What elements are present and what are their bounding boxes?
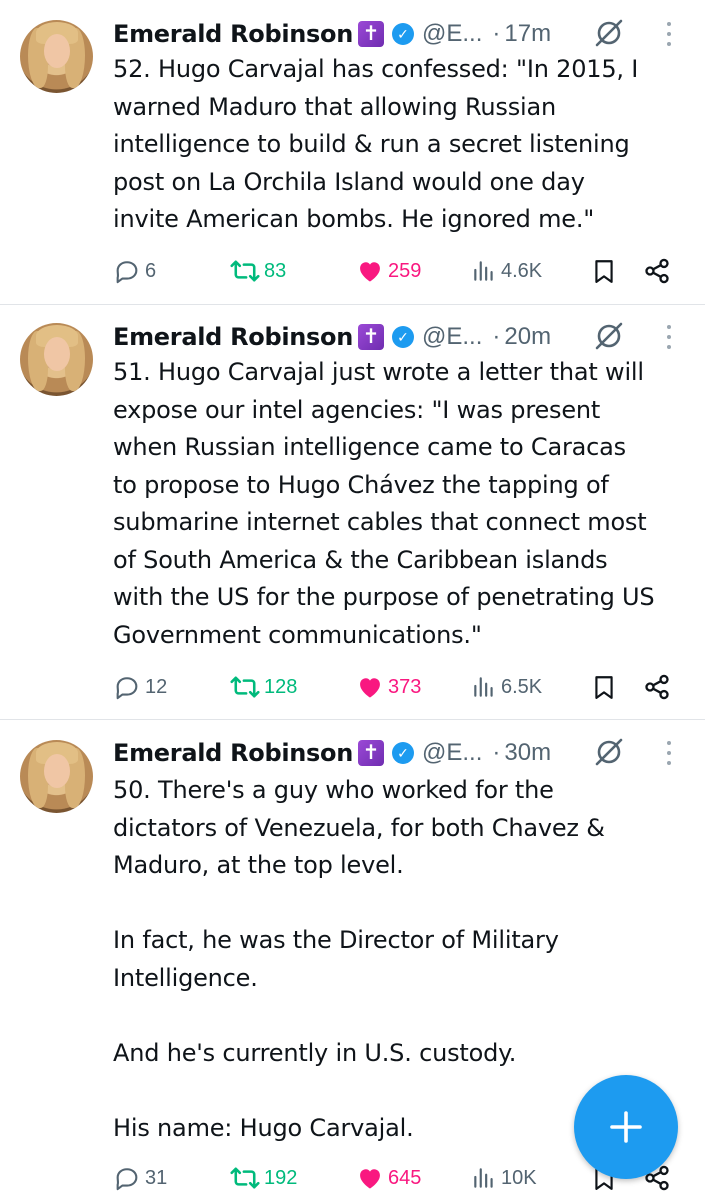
tweet-actions: 6 83 259 4.6K — [113, 255, 673, 287]
retweet-icon — [230, 260, 260, 282]
cross-badge-icon: ✝ — [358, 21, 384, 47]
tweet-header: Emerald Robinson ✝ ✓ @E... · 30m — [113, 735, 551, 771]
share-button[interactable] — [643, 255, 671, 287]
author-handle[interactable]: @E... — [422, 739, 482, 767]
timestamp[interactable]: 20m — [504, 323, 551, 351]
like-button[interactable]: 259 — [356, 255, 421, 287]
verified-badge-icon[interactable]: ✓ — [392, 326, 414, 348]
bookmark-icon — [595, 260, 613, 283]
author-handle[interactable]: @E... — [422, 20, 482, 48]
views-icon — [474, 1168, 493, 1188]
bookmark-button[interactable] — [591, 671, 617, 703]
plus-icon — [610, 1111, 642, 1143]
retweet-button[interactable]: 192 — [230, 1162, 297, 1194]
grok-icon[interactable] — [594, 321, 624, 351]
retweet-count: 128 — [264, 675, 298, 698]
view-count: 6.5K — [501, 675, 543, 698]
separator-dot: · — [492, 20, 501, 47]
tweet-text: 52. Hugo Carvajal has confessed: "In 201… — [113, 55, 639, 233]
retweet-icon — [230, 676, 260, 698]
reply-button[interactable]: 12 — [113, 671, 167, 703]
reply-icon — [116, 1168, 138, 1191]
cross-badge-icon: ✝ — [358, 740, 384, 766]
avatar[interactable] — [20, 740, 93, 813]
author-name[interactable]: Emerald Robinson — [113, 739, 353, 767]
view-count: 4.6K — [501, 259, 543, 282]
reply-count: 31 — [145, 1166, 168, 1189]
views-button[interactable]: 6.5K — [471, 671, 542, 703]
timestamp[interactable]: 17m — [504, 20, 551, 48]
share-icon — [645, 258, 669, 284]
more-icon[interactable] — [664, 325, 674, 349]
heart-icon — [360, 678, 380, 698]
views-icon — [474, 677, 493, 697]
share-button[interactable] — [643, 671, 671, 703]
retweet-count: 83 — [264, 259, 287, 282]
tweet-header: Emerald Robinson ✝ ✓ @E... · 17m — [113, 16, 551, 52]
author-handle[interactable]: @E... — [422, 323, 482, 351]
heart-icon — [360, 1169, 380, 1189]
retweet-icon — [230, 1167, 260, 1189]
like-count: 259 — [388, 259, 422, 282]
tweet-actions: 31 192 645 10K — [113, 1162, 673, 1194]
reply-icon — [116, 261, 138, 284]
tweet-actions: 12 128 373 6.5K — [113, 671, 673, 703]
bookmark-button[interactable] — [591, 255, 617, 287]
compose-button[interactable] — [574, 1075, 678, 1179]
cross-badge-icon: ✝ — [358, 324, 384, 350]
timestamp[interactable]: 30m — [504, 739, 551, 767]
share-icon — [645, 674, 669, 700]
more-icon[interactable] — [664, 22, 674, 46]
tweet-header: Emerald Robinson ✝ ✓ @E... · 20m — [113, 319, 551, 355]
bookmark-icon — [595, 676, 613, 699]
tweet-card[interactable]: Emerald Robinson ✝ ✓ @E... · 17m 52. Hug… — [0, 0, 705, 304]
views-button[interactable]: 10K — [471, 1162, 537, 1194]
reply-button[interactable]: 31 — [113, 1162, 167, 1194]
view-count: 10K — [501, 1166, 537, 1189]
like-button[interactable]: 373 — [356, 671, 421, 703]
heart-icon — [360, 262, 380, 282]
reply-icon — [116, 677, 138, 700]
views-button[interactable]: 4.6K — [471, 255, 542, 287]
views-icon — [474, 261, 493, 281]
separator-dot: · — [492, 323, 501, 350]
reply-count: 12 — [145, 675, 168, 698]
verified-badge-icon[interactable]: ✓ — [392, 742, 414, 764]
avatar[interactable] — [20, 323, 93, 396]
separator-dot: · — [492, 739, 501, 766]
retweet-button[interactable]: 83 — [230, 255, 286, 287]
like-count: 373 — [388, 675, 422, 698]
tweet-card[interactable]: Emerald Robinson ✝ ✓ @E... · 20m 51. Hug… — [0, 305, 705, 719]
like-button[interactable]: 645 — [356, 1162, 421, 1194]
avatar[interactable] — [20, 20, 93, 93]
reply-count: 6 — [145, 259, 157, 282]
verified-badge-icon[interactable]: ✓ — [392, 23, 414, 45]
retweet-button[interactable]: 128 — [230, 671, 297, 703]
author-name[interactable]: Emerald Robinson — [113, 323, 353, 351]
tweet-text: 51. Hugo Carvajal just wrote a letter th… — [113, 358, 655, 649]
like-count: 645 — [388, 1166, 422, 1189]
author-name[interactable]: Emerald Robinson — [113, 20, 353, 48]
more-icon[interactable] — [664, 741, 674, 765]
reply-button[interactable]: 6 — [113, 255, 156, 287]
retweet-count: 192 — [264, 1166, 298, 1189]
grok-icon[interactable] — [594, 18, 624, 48]
grok-icon[interactable] — [594, 737, 624, 767]
